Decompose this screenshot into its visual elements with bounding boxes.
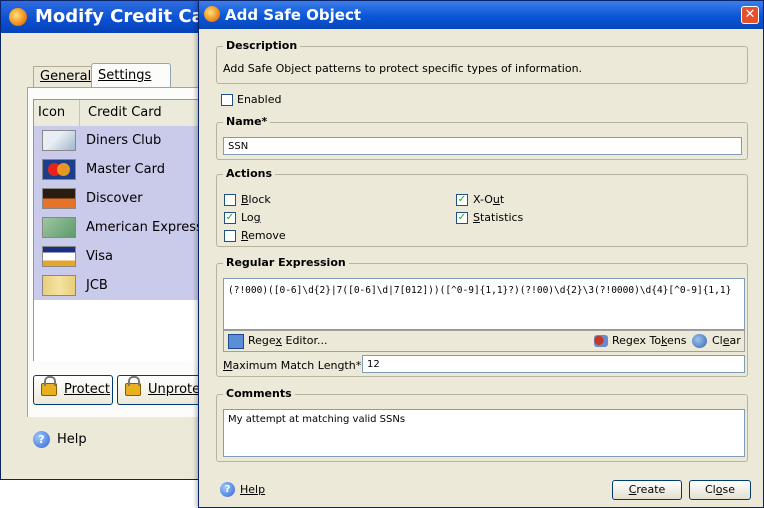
dialog-titlebar[interactable]: Add Safe Object ✕: [199, 1, 763, 29]
card-name: Visa: [86, 249, 113, 264]
protect-button[interactable]: Protect: [33, 375, 113, 405]
regex-tokens-button[interactable]: Regex Tokens: [594, 333, 687, 349]
card-name: American Express: [86, 220, 203, 235]
table-header: Icon Credit Card: [34, 100, 207, 127]
description-text: Add Safe Object patterns to protect spec…: [223, 62, 583, 75]
window-title: Modify Credit Ca: [35, 6, 204, 27]
card-name: Diners Club: [86, 133, 162, 148]
dialog-title: Add Safe Object: [225, 6, 362, 24]
credit-card-table: Icon Credit Card Diners Club Master Card…: [33, 99, 207, 361]
modify-credit-card-window: Modify Credit Ca General Settings Icon C…: [0, 0, 217, 480]
regex-editor-icon: [228, 334, 244, 349]
column-header-icon[interactable]: Icon: [34, 100, 80, 126]
name-group: Name* SSN: [216, 115, 748, 160]
remove-label: Remove: [241, 229, 286, 242]
jcb-card-icon: [42, 275, 76, 296]
help-label: Help: [240, 483, 266, 496]
app-logo-icon: [204, 6, 220, 22]
description-group: Description Add Safe Object patterns to …: [216, 39, 748, 84]
table-row[interactable]: Diners Club: [34, 126, 207, 155]
clear-label: Clear: [712, 334, 741, 347]
block-checkbox[interactable]: [224, 194, 236, 206]
actions-legend: Actions: [223, 167, 275, 181]
name-legend: Name*: [223, 115, 271, 129]
description-legend: Description: [223, 39, 301, 53]
help-icon: ?: [33, 431, 50, 448]
help-icon: ?: [220, 482, 235, 497]
table-row[interactable]: American Express: [34, 213, 207, 242]
lock-icon: [41, 376, 57, 396]
enabled-label: Enabled: [237, 93, 282, 106]
app-logo-icon: [9, 8, 27, 26]
protect-label: Protect: [64, 382, 110, 397]
help-link[interactable]: ? Help: [220, 482, 265, 498]
remove-checkbox[interactable]: [224, 230, 236, 242]
close-button[interactable]: Close: [689, 480, 751, 500]
regex-editor-button[interactable]: Regex Editor...: [228, 333, 328, 349]
statistics-label: Statistics: [473, 211, 524, 224]
create-button[interactable]: Create: [612, 480, 682, 500]
mastercard-card-icon: [42, 159, 76, 180]
regex-editor-label: Regex Editor...: [248, 334, 328, 347]
table-row[interactable]: Master Card: [34, 155, 207, 184]
help-label: Help: [57, 432, 87, 447]
table-row[interactable]: Discover: [34, 184, 207, 213]
regex-toolbar: Regex Editor... Regex Tokens Clear: [223, 330, 745, 352]
x-out-label: X-Out: [473, 193, 505, 206]
log-checkbox[interactable]: ✓: [224, 212, 236, 224]
clear-button[interactable]: Clear: [692, 333, 741, 349]
regex-legend: Regular Expression: [223, 256, 349, 270]
close-icon[interactable]: ✕: [741, 6, 759, 24]
enabled-checkbox[interactable]: [221, 94, 233, 106]
add-safe-object-dialog: Add Safe Object ✕ Description Add Safe O…: [198, 0, 764, 508]
statistics-checkbox[interactable]: ✓: [456, 212, 468, 224]
card-name: Master Card: [86, 162, 165, 177]
comments-group: Comments My attempt at matching valid SS…: [216, 387, 748, 462]
card-name: JCB: [86, 278, 108, 293]
card-name: Discover: [86, 191, 143, 206]
x-out-checkbox[interactable]: ✓: [456, 194, 468, 206]
table-row[interactable]: Visa: [34, 242, 207, 271]
discover-card-icon: [42, 188, 76, 209]
column-header-credit-card[interactable]: Credit Card: [80, 100, 207, 126]
regex-textarea[interactable]: (?!000)([0-6]\d{2}|7([0-6]\d|7[012]))([^…: [223, 278, 745, 330]
comments-legend: Comments: [223, 387, 295, 401]
diners-club-card-icon: [42, 130, 76, 151]
comments-textarea[interactable]: My attempt at matching valid SSNs: [223, 409, 745, 457]
window-titlebar[interactable]: Modify Credit Ca: [1, 1, 206, 33]
max-match-length-label: Maximum Match Length*: [223, 359, 362, 372]
regex-tokens-icon: [594, 335, 608, 347]
max-match-length-input[interactable]: 12: [362, 355, 745, 373]
regular-expression-group: Regular Expression (?!000)([0-6]\d{2}|7(…: [216, 256, 748, 377]
table-row[interactable]: JCB: [34, 271, 207, 300]
help-link[interactable]: ? Help: [33, 431, 87, 449]
regex-tokens-label: Regex Tokens: [612, 334, 687, 347]
name-input[interactable]: SSN: [223, 137, 742, 155]
clear-icon: [692, 334, 707, 348]
tab-general[interactable]: General: [33, 66, 91, 87]
unprotect-label: Unprote: [148, 382, 201, 397]
tab-settings[interactable]: Settings: [91, 63, 171, 87]
visa-card-icon: [42, 246, 76, 267]
amex-card-icon: [42, 217, 76, 238]
block-label: Block: [241, 193, 271, 206]
unlock-icon: [125, 376, 141, 396]
log-label: Log: [241, 211, 261, 224]
